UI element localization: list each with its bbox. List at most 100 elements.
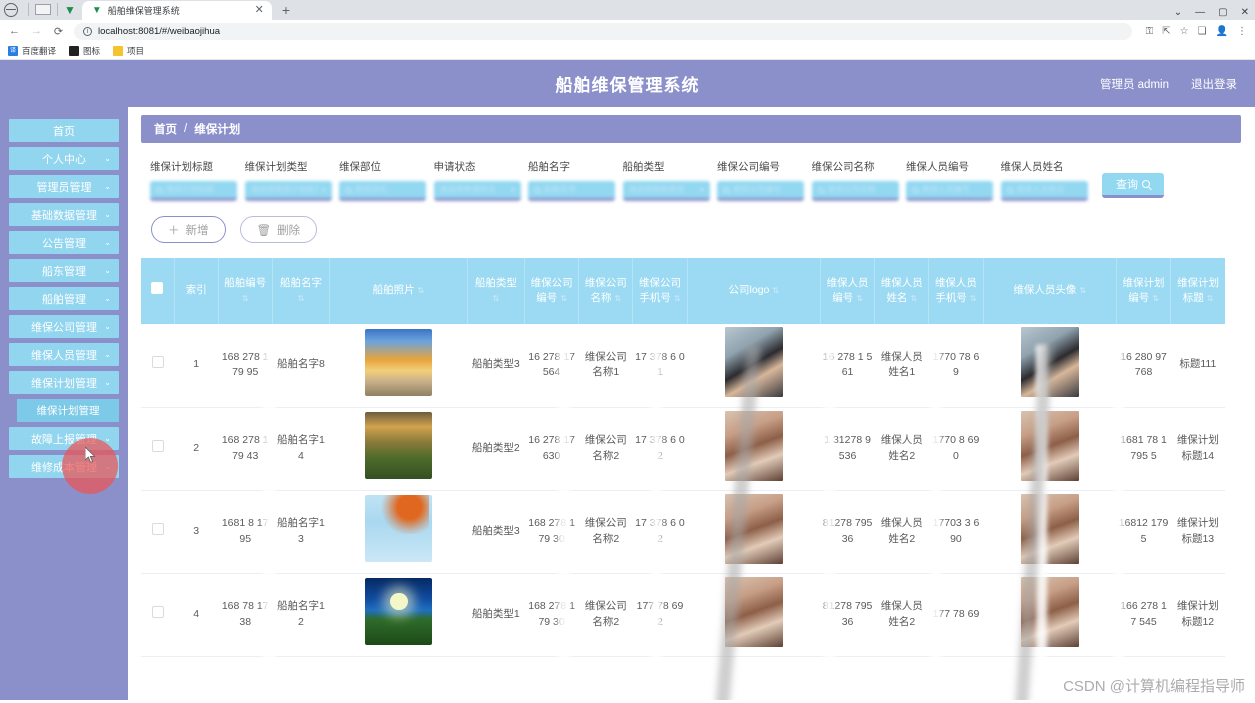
column-header-company-phone[interactable]: 维保公司手机号 ⇅ [632,258,688,324]
column-header-plan-title[interactable]: 维保计划标题 ⇅ [1170,258,1225,324]
sort-icon[interactable]: ⇅ [1152,294,1159,303]
company-logo-image[interactable] [724,493,783,564]
logout-button[interactable]: 退出登录 [1191,76,1237,92]
cell-staff-avatar[interactable] [983,490,1117,574]
sidebar-item-basic-data[interactable]: 基础数据管理 ⌄ [9,203,119,226]
sidebar-item-home[interactable]: 首页 [9,119,119,142]
profile-icon[interactable]: 👤 [1216,26,1228,37]
ship-photo-thumbnail[interactable] [364,328,432,396]
sort-icon[interactable]: ⇅ [910,294,917,303]
minimize-button[interactable]: — [1195,7,1205,18]
column-header-company-no[interactable]: 维保公司编号 ⇅ [524,258,580,324]
cell-ship-photo[interactable] [329,407,468,491]
key-icon[interactable]: ⚿ [1146,26,1154,37]
bookmark-item[interactable]: 项目 [113,45,144,57]
sidebar-item-maintenance-plan[interactable]: 维保计划管理 ⌄ [9,371,119,394]
sort-icon[interactable]: ⇅ [298,294,305,303]
sidepanel-icon[interactable]: ❏ [1198,26,1207,37]
column-header-ship-name[interactable]: 船舶名字 ⇅ [272,258,331,324]
row-checkbox[interactable] [151,439,164,452]
select-input[interactable]: 请选择申请状态 ▾ [433,181,521,201]
company-logo-image[interactable] [724,576,783,647]
sidebar-item-announcement[interactable]: 公告管理 ⌄ [9,231,119,254]
sort-icon[interactable]: ⇅ [560,294,567,303]
column-header-staff-phone[interactable]: 维保人员手机号 ⇅ [928,258,984,324]
url-input[interactable]: i localhost:8081/#/weibaojihua [74,22,1132,40]
staff-avatar-image[interactable] [1020,410,1079,481]
column-header-company-name[interactable]: 维保公司名称 ⇅ [578,258,634,324]
add-button[interactable]: ＋ 新增 [151,216,226,243]
sort-icon[interactable]: ⇅ [1207,294,1214,303]
reload-icon[interactable]: ⟳ [52,25,65,38]
select-input[interactable]: 请选择维保计划类型 ▾ [244,181,332,201]
row-checkbox[interactable] [151,522,164,535]
row-checkbox[interactable] [151,605,164,618]
sidebar-item-shipowner[interactable]: 船东管理 ⌄ [9,259,119,282]
sort-icon[interactable]: ⇅ [772,286,779,295]
sidebar-item-repair-cost[interactable]: 维修成本管理 ⌄ [9,455,119,478]
new-tab-button[interactable]: + [282,2,290,20]
menu-icon[interactable]: ⋮ [1237,26,1247,37]
cell-ship-photo[interactable] [329,490,468,574]
sort-icon[interactable]: ⇅ [970,294,977,303]
sort-icon[interactable]: ⇅ [614,294,621,303]
search-input[interactable]: 维保计划标题 [150,181,237,201]
close-icon[interactable]: ✕ [255,5,264,16]
chevron-down-icon[interactable]: ⌄ [1174,7,1182,18]
cell-company-logo[interactable] [687,324,821,408]
cell-staff-avatar[interactable] [983,407,1117,491]
search-input[interactable]: 船舶名字 [528,181,615,201]
select-all-checkbox[interactable] [151,282,164,295]
sidebar-item-personal-center[interactable]: 个人中心 ⌄ [9,147,119,170]
sort-icon[interactable]: ⇅ [418,286,425,295]
staff-avatar-image[interactable] [1020,576,1079,647]
row-checkbox[interactable] [151,356,164,369]
sort-icon[interactable]: ⇅ [856,294,863,303]
column-header-ship-type[interactable]: 船舶类型 ⇅ [467,258,526,324]
tab-group-icon[interactable] [35,4,51,15]
pinned-tab-icon[interactable]: ▼ [64,4,76,16]
search-input[interactable]: 维保人员姓名 [1000,181,1088,201]
company-logo-image[interactable] [724,327,783,398]
table-row[interactable]: 4 168 78 17 38 船舶名字12 船舶类型1 168 278 179 … [141,573,1225,657]
forward-icon[interactable]: → [30,25,43,37]
sidebar-item-maintenance-staff[interactable]: 维保人员管理 ⌄ [9,343,119,366]
sidebar-subitem-maintenance-plan[interactable]: 维保计划管理 [17,399,119,422]
column-header-staff-no[interactable]: 维保人员编号 ⇅ [820,258,876,324]
star-icon[interactable]: ☆ [1180,26,1189,37]
cell-staff-avatar[interactable] [983,573,1117,657]
sort-icon[interactable]: ⇅ [492,294,499,303]
browser-tab-active[interactable]: ▼ 船舶维保管理系统 ✕ [81,1,272,20]
column-header-staff-name[interactable]: 维保人员姓名 ⇅ [874,258,930,324]
sort-icon[interactable]: ⇅ [1079,286,1086,295]
column-header-ship-photo[interactable]: 船舶照片 ⇅ [329,258,468,324]
breadcrumb-home[interactable]: 首页 [154,121,177,137]
column-header-plan-no[interactable]: 维保计划编号 ⇅ [1116,258,1172,324]
ship-photo-thumbnail[interactable] [364,578,432,646]
maximize-button[interactable]: ▢ [1218,7,1227,18]
cell-staff-avatar[interactable] [983,324,1117,408]
search-input[interactable]: 维保人员编号 [906,181,993,201]
info-icon[interactable]: i [83,26,92,36]
bookmark-item[interactable]: 译 百度翻译 [8,45,56,57]
delete-button[interactable]: 🗑 删除 [239,216,318,243]
column-header-staff-avatar[interactable]: 维保人员头像 ⇅ [983,258,1117,324]
bookmark-item[interactable]: 图标 [69,45,100,57]
sidebar-item-fault-report[interactable]: 故障上报管理 ⌄ [9,427,119,450]
back-icon[interactable]: ← [8,25,21,37]
table-row[interactable]: 2 168 278 179 43 船舶名字14 船舶类型2 16 278 17 … [141,407,1225,491]
staff-avatar-image[interactable] [1020,327,1079,398]
cell-company-logo[interactable] [687,573,821,657]
sidebar-item-maintenance-company[interactable]: 维保公司管理 ⌄ [9,315,119,338]
company-logo-image[interactable] [724,410,783,481]
search-input[interactable]: 维保公司编号 [717,181,804,201]
column-header-ship-no[interactable]: 船舶编号 ⇅ [218,258,273,324]
sort-icon[interactable]: ⇅ [242,294,249,303]
sort-icon[interactable]: ⇅ [674,294,681,303]
close-window-button[interactable]: ✕ [1241,7,1249,18]
search-input[interactable]: 维保部位 [339,181,426,201]
select-input[interactable]: 请选择船舶类型 ▾ [622,181,710,201]
table-row[interactable]: 3 1681 8 1795 船舶名字13 船舶类型3 168 278 179 3… [141,490,1225,574]
column-header-company-logo[interactable]: 公司logo ⇅ [687,258,821,324]
ship-photo-thumbnail[interactable] [364,495,432,563]
